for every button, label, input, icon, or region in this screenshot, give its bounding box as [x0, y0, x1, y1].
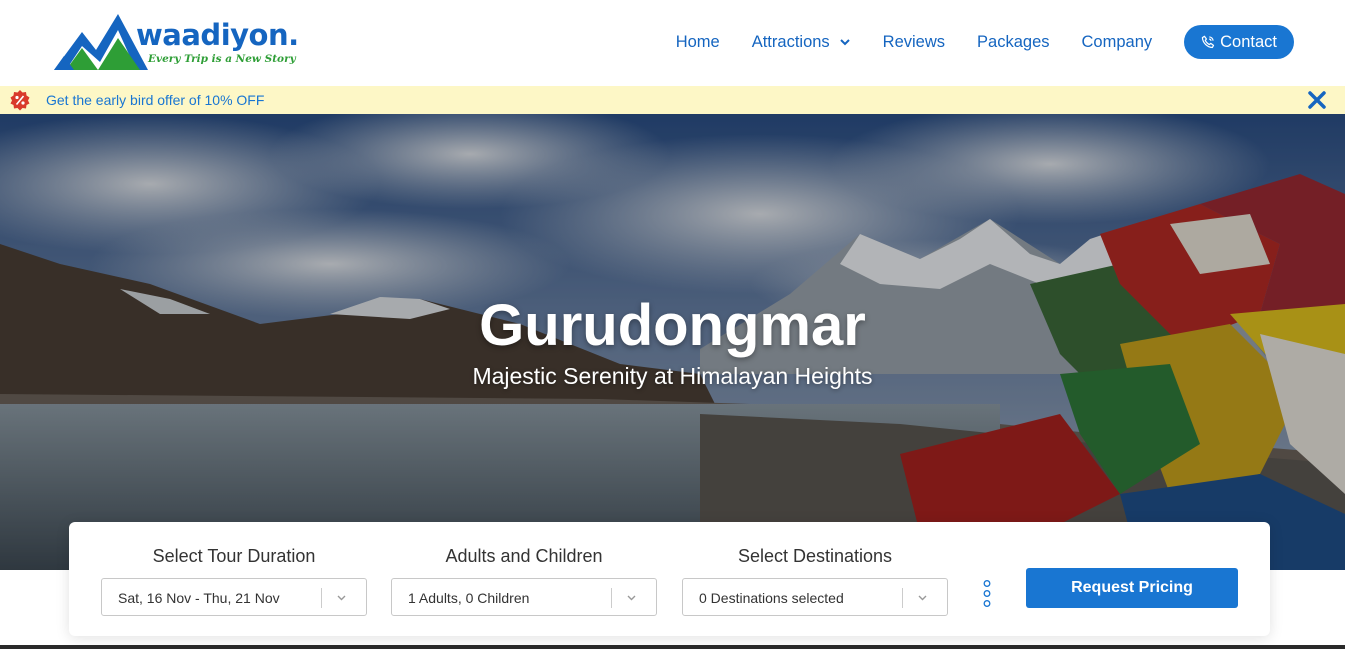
nav-attractions-label: Attractions — [751, 32, 830, 51]
brand-tagline: Every Trip is a New Story — [148, 53, 296, 65]
phone-icon — [1201, 35, 1215, 49]
contact-button[interactable]: Contact — [1184, 25, 1294, 59]
nav-home[interactable]: Home — [676, 33, 720, 52]
tour-duration-value: Sat, 16 Nov - Thu, 21 Nov — [118, 590, 280, 606]
hero-title: Gurudongmar — [479, 293, 866, 358]
nav-packages[interactable]: Packages — [977, 33, 1049, 52]
select-divider — [902, 588, 903, 608]
request-pricing-button[interactable]: Request Pricing — [1026, 568, 1238, 608]
tour-duration-select[interactable]: Sat, 16 Nov - Thu, 21 Nov — [101, 578, 367, 616]
select-divider — [611, 588, 612, 608]
offer-banner: Get the early bird offer of 10% OFF — [0, 86, 1345, 114]
page-divider — [0, 645, 1345, 649]
guests-value: 1 Adults, 0 Children — [408, 590, 530, 606]
main-nav: Home Attractions Reviews Packages Compan… — [676, 24, 1294, 60]
contact-label: Contact — [1220, 32, 1277, 51]
more-options-icon[interactable] — [981, 579, 993, 609]
nav-company[interactable]: Company — [1082, 33, 1153, 52]
nav-attractions[interactable]: Attractions — [752, 33, 851, 52]
destinations-select[interactable]: 0 Destinations selected — [682, 578, 948, 616]
chevron-down-icon — [337, 595, 346, 601]
mountain-logo-icon — [54, 14, 148, 70]
offer-text: Get the early bird offer of 10% OFF — [46, 92, 265, 108]
chevron-down-icon — [918, 595, 927, 601]
hero-subtitle: Majestic Serenity at Himalayan Heights — [472, 363, 873, 389]
close-icon[interactable] — [1307, 90, 1327, 110]
guests-label: Adults and Children — [445, 546, 603, 566]
site-header: waadiyon. Every Trip is a New Story Home… — [0, 0, 1345, 86]
brand-name: waadiyon. — [136, 18, 299, 52]
brand-logo[interactable]: waadiyon. Every Trip is a New Story — [52, 12, 312, 72]
chevron-down-icon — [627, 595, 636, 601]
tour-duration-label: Select Tour Duration — [152, 546, 316, 566]
booking-form: Select Tour Duration Sat, 16 Nov - Thu, … — [69, 522, 1270, 636]
destinations-label: Select Destinations — [737, 546, 893, 566]
nav-reviews[interactable]: Reviews — [883, 33, 945, 52]
hero-banner: Gurudongmar Majestic Serenity at Himalay… — [0, 114, 1345, 570]
chevron-down-icon — [839, 39, 850, 46]
destinations-value: 0 Destinations selected — [699, 590, 844, 606]
guests-select[interactable]: 1 Adults, 0 Children — [391, 578, 657, 616]
discount-badge-icon — [10, 90, 30, 111]
select-divider — [321, 588, 322, 608]
